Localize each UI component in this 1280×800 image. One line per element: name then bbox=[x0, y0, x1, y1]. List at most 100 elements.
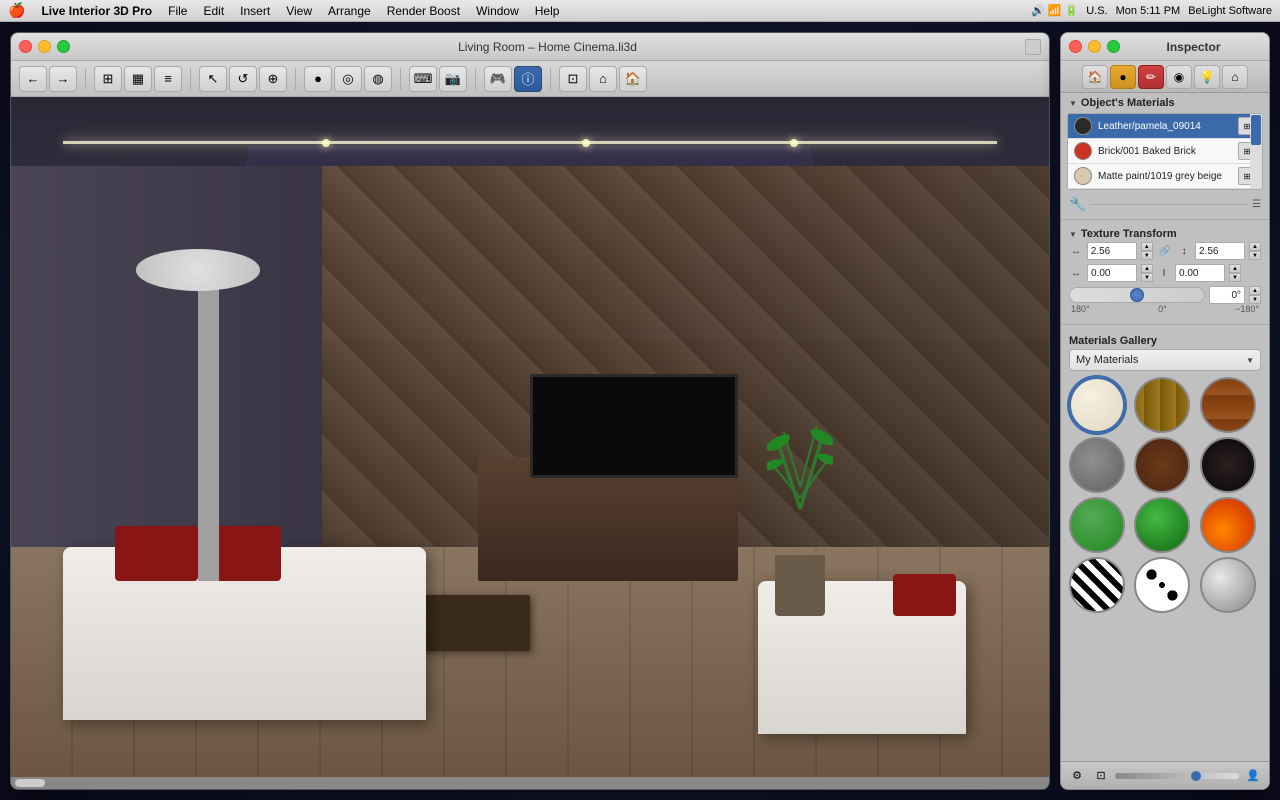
select-tool[interactable]: ↖ bbox=[199, 66, 227, 92]
scale-y-up[interactable]: ▲ bbox=[1249, 242, 1261, 251]
sphere-button[interactable]: ● bbox=[304, 66, 332, 92]
tab-texture[interactable]: ◉ bbox=[1166, 65, 1192, 89]
close-button[interactable] bbox=[19, 40, 32, 53]
viewport-scrollbar[interactable] bbox=[11, 777, 1049, 789]
angle-slider[interactable] bbox=[1069, 287, 1205, 303]
gallery-item-stone[interactable] bbox=[1069, 437, 1125, 493]
offset-y-input[interactable] bbox=[1175, 264, 1225, 282]
menu-help[interactable]: Help bbox=[535, 4, 560, 18]
ceiling-light-3 bbox=[790, 139, 798, 147]
joystick-button[interactable]: 🎮 bbox=[484, 66, 512, 92]
menu-view[interactable]: View bbox=[286, 4, 312, 18]
gallery-item-cream[interactable] bbox=[1069, 377, 1125, 433]
floor-plan-button[interactable]: ⊞ bbox=[94, 66, 122, 92]
materials-scrollbar[interactable] bbox=[1250, 114, 1262, 189]
material-name-1: Brick/001 Baked Brick bbox=[1098, 146, 1232, 157]
offset-y-up[interactable]: ▲ bbox=[1229, 264, 1241, 273]
offset-x-up[interactable]: ▲ bbox=[1141, 264, 1153, 273]
person-icon[interactable]: 👤 bbox=[1243, 766, 1263, 786]
inspector-close[interactable] bbox=[1069, 40, 1082, 53]
gallery-item-green1[interactable] bbox=[1069, 497, 1125, 553]
resize-button[interactable] bbox=[1025, 39, 1041, 55]
menu-file[interactable]: File bbox=[168, 4, 187, 18]
scrollbar-thumb[interactable] bbox=[15, 779, 45, 787]
move-tool[interactable]: ⊕ bbox=[259, 66, 287, 92]
eyedropper-icon[interactable]: 🔧 bbox=[1069, 196, 1086, 213]
gallery-item-green2[interactable] bbox=[1134, 497, 1190, 553]
camera-button[interactable]: 📷 bbox=[439, 66, 467, 92]
menubar-time: Mon 5:11 PM bbox=[1116, 5, 1181, 17]
scale-x-input[interactable] bbox=[1087, 242, 1137, 260]
angle-input[interactable] bbox=[1209, 286, 1245, 304]
menu-bar: 🍎 Live Interior 3D Pro File Edit Insert … bbox=[0, 0, 1280, 22]
rotate-tool[interactable]: ↺ bbox=[229, 66, 257, 92]
tab-light[interactable]: 💡 bbox=[1194, 65, 1220, 89]
menu-edit[interactable]: Edit bbox=[203, 4, 224, 18]
tab-room[interactable]: ⌂ bbox=[1222, 65, 1248, 89]
app-name[interactable]: Live Interior 3D Pro bbox=[41, 4, 152, 18]
material-item-1[interactable]: Brick/001 Baked Brick ⊞ bbox=[1068, 139, 1262, 164]
plant bbox=[758, 374, 841, 616]
maximize-button[interactable] bbox=[57, 40, 70, 53]
inspector-titlebar: Inspector bbox=[1061, 33, 1269, 61]
circle-button[interactable]: ◎ bbox=[334, 66, 362, 92]
apple-menu[interactable]: 🍎 bbox=[8, 2, 25, 19]
gallery-item-spots[interactable] bbox=[1134, 557, 1190, 613]
tab-edit[interactable]: ✏ bbox=[1138, 65, 1164, 89]
ring-button[interactable]: ◍ bbox=[364, 66, 392, 92]
material-item-2[interactable]: Matte paint/1019 grey beige ⊞ bbox=[1068, 164, 1262, 189]
viewport[interactable] bbox=[11, 97, 1049, 789]
back-button[interactable]: ← bbox=[19, 66, 47, 92]
home2-button[interactable]: 🏠 bbox=[619, 66, 647, 92]
frame-button[interactable]: ⊡ bbox=[559, 66, 587, 92]
angle-up[interactable]: ▲ bbox=[1249, 286, 1261, 295]
list-button[interactable]: ≡ bbox=[154, 66, 182, 92]
menu-window[interactable]: Window bbox=[476, 4, 519, 18]
scale-x-down[interactable]: ▼ bbox=[1141, 251, 1153, 260]
scale-x-stepper: ▲ ▼ bbox=[1141, 242, 1153, 260]
gallery-item-wood2[interactable] bbox=[1134, 437, 1190, 493]
gallery-item-brick[interactable] bbox=[1200, 377, 1256, 433]
zoom-thumb bbox=[1191, 771, 1201, 781]
window-title: Living Room – Home Cinema.li3d bbox=[76, 40, 1019, 54]
offset-y-stepper: ▲ ▼ bbox=[1229, 264, 1241, 282]
inspector-minimize[interactable] bbox=[1088, 40, 1101, 53]
scale-y-down[interactable]: ▼ bbox=[1249, 251, 1261, 260]
inspector-maximize[interactable] bbox=[1107, 40, 1120, 53]
view-group: ⊞ ▦ ≡ bbox=[94, 66, 182, 92]
menu-insert[interactable]: Insert bbox=[240, 4, 270, 18]
scale-y-input[interactable] bbox=[1195, 242, 1245, 260]
zoom-slider[interactable] bbox=[1115, 773, 1239, 779]
menu-render[interactable]: Render Boost bbox=[387, 4, 460, 18]
tool-group: ↖ ↺ ⊕ bbox=[199, 66, 287, 92]
tab-material[interactable]: ● bbox=[1110, 65, 1136, 89]
forward-button[interactable]: → bbox=[49, 66, 77, 92]
gallery-item-metal[interactable] bbox=[1200, 557, 1256, 613]
offset-x-icon: ↔ bbox=[1069, 268, 1083, 279]
offset-x-input[interactable] bbox=[1087, 264, 1137, 282]
menubar-right: 🔊 📶 🔋 U.S. Mon 5:11 PM BeLight Software bbox=[1031, 4, 1272, 17]
info-button[interactable]: ⓘ bbox=[514, 66, 542, 92]
gallery-item-wood1[interactable] bbox=[1134, 377, 1190, 433]
3d-view-button[interactable]: ▦ bbox=[124, 66, 152, 92]
settings-icon[interactable]: ⚙ bbox=[1067, 766, 1087, 786]
gallery-item-fire[interactable] bbox=[1200, 497, 1256, 553]
menu-arrange[interactable]: Arrange bbox=[328, 4, 371, 18]
gallery-dropdown[interactable]: My Materials ▼ bbox=[1069, 349, 1261, 371]
gallery-item-dark[interactable] bbox=[1200, 437, 1256, 493]
materials-title: Object's Materials bbox=[1081, 97, 1175, 109]
house-button[interactable]: ⌂ bbox=[589, 66, 617, 92]
tab-object[interactable]: 🏠 bbox=[1082, 65, 1108, 89]
main-content: Living Room – Home Cinema.li3d ← → ⊞ ▦ ≡… bbox=[0, 22, 1280, 800]
material-item-0[interactable]: Leather/pamela_09014 ⊞ bbox=[1068, 114, 1262, 139]
minimize-button[interactable] bbox=[38, 40, 51, 53]
gallery-item-zebra[interactable] bbox=[1069, 557, 1125, 613]
import-icon[interactable]: ⊡ bbox=[1091, 766, 1111, 786]
offset-y-down[interactable]: ▼ bbox=[1229, 273, 1241, 282]
options-icon[interactable]: ☰ bbox=[1252, 199, 1261, 210]
offset-x-down[interactable]: ▼ bbox=[1141, 273, 1153, 282]
angle-down[interactable]: ▼ bbox=[1249, 295, 1261, 304]
scale-x-up[interactable]: ▲ bbox=[1141, 242, 1153, 251]
materials-scroll-thumb[interactable] bbox=[1251, 115, 1261, 145]
keyboard-button[interactable]: ⌨ bbox=[409, 66, 437, 92]
